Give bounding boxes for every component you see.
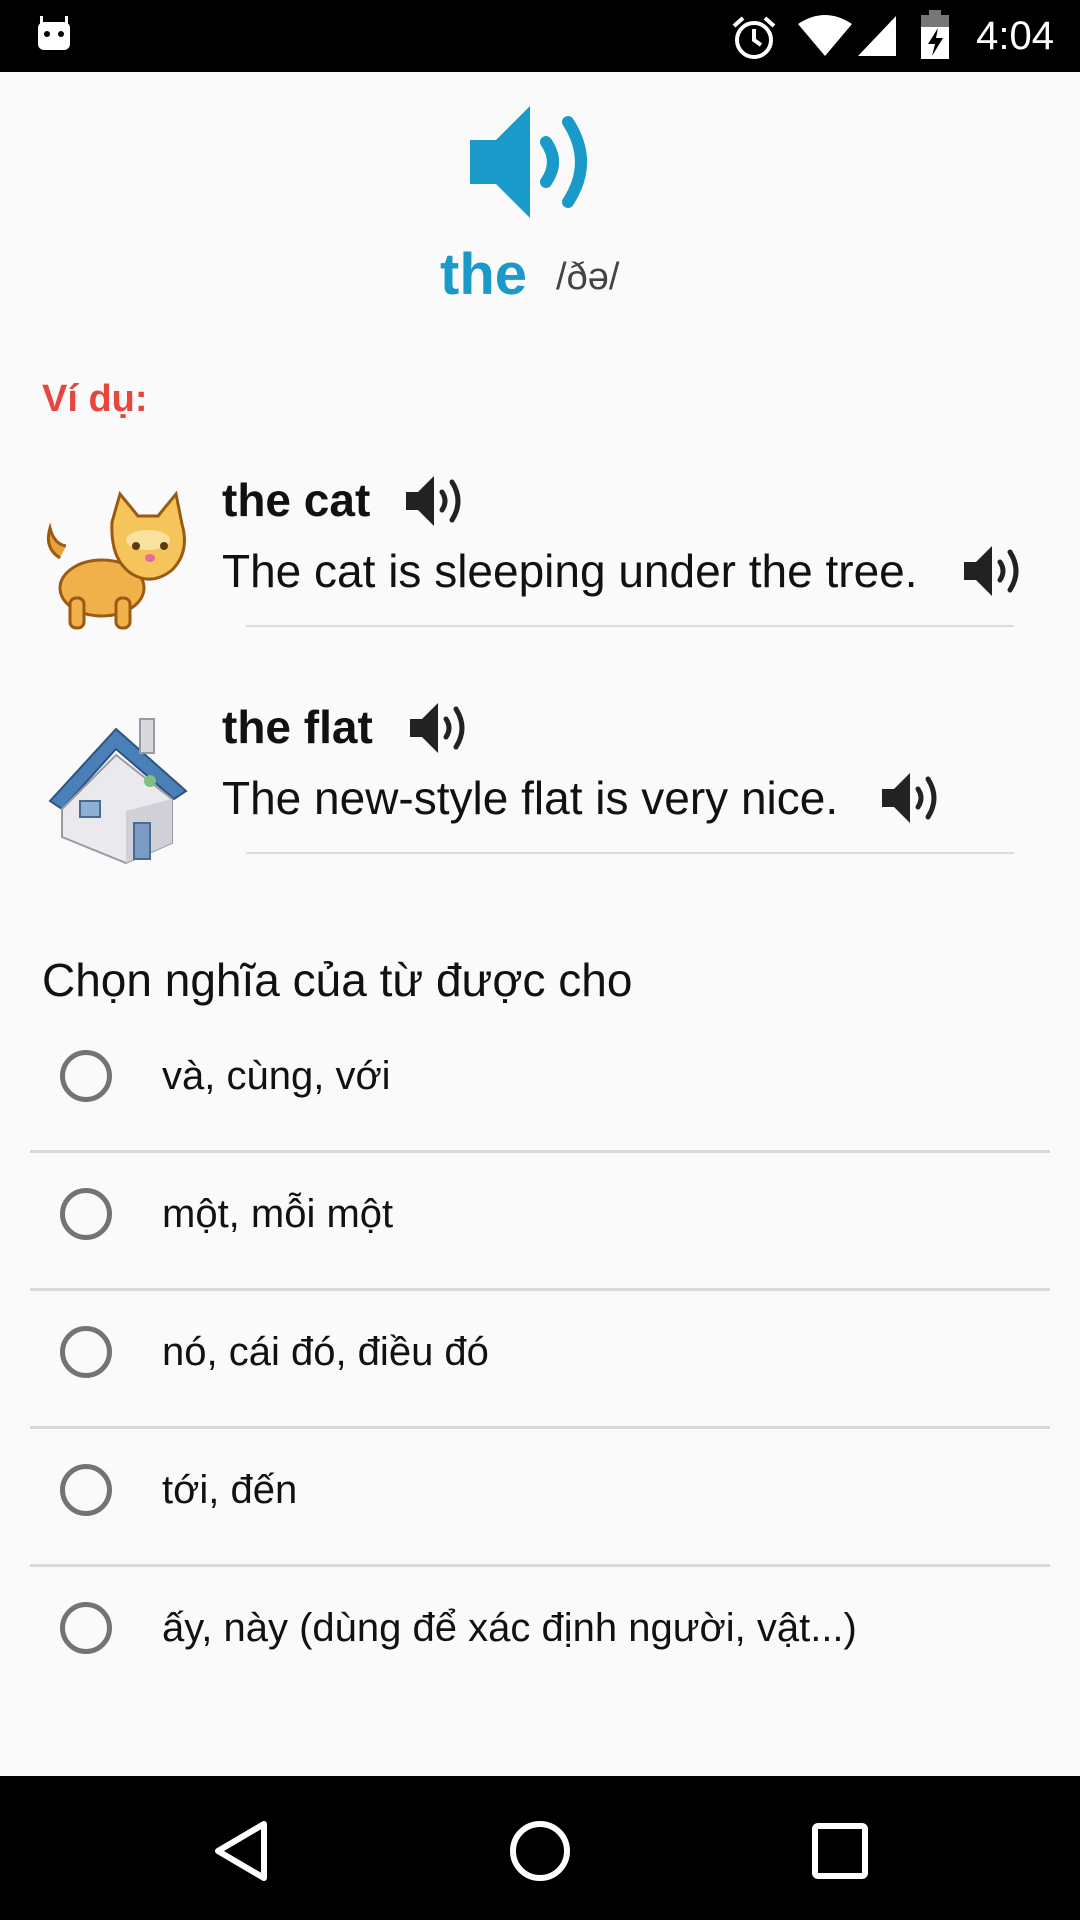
wifi-icon bbox=[798, 15, 852, 56]
example-item: the cat The cat is sleeping under the tr… bbox=[0, 470, 1080, 690]
radio-button[interactable] bbox=[60, 1188, 112, 1240]
speaker-icon[interactable] bbox=[408, 699, 474, 757]
answer-option[interactable]: ấy, này (dùng để xác định người, vật...) bbox=[30, 1602, 1050, 1740]
quiz-question: Chọn nghĩa của từ được cho bbox=[42, 954, 633, 1006]
answer-option[interactable]: tới, đến bbox=[30, 1464, 1050, 1602]
cat-icon bbox=[46, 490, 186, 630]
status-bar: 4:04 bbox=[0, 0, 1080, 72]
status-time: 4:04 bbox=[976, 14, 1054, 58]
divider bbox=[30, 1564, 1050, 1567]
lesson-content: the /ðə/ Ví dụ: the cat The cat is sleep… bbox=[0, 72, 1080, 1776]
recents-icon[interactable] bbox=[805, 1816, 875, 1886]
back-icon[interactable] bbox=[206, 1816, 276, 1886]
example-phrase: the cat bbox=[222, 474, 371, 526]
examples-label: Ví dụ: bbox=[42, 378, 148, 420]
example-sentence: The cat is sleeping under the tree. bbox=[222, 545, 918, 597]
example-phrase: the flat bbox=[222, 701, 373, 753]
phonetic-transcription: /ðə/ bbox=[556, 256, 620, 298]
example-sentence: The new-style flat is very nice. bbox=[222, 772, 839, 824]
example-item: the flat The new-style flat is very nice… bbox=[0, 697, 1080, 917]
alarm-icon bbox=[732, 16, 776, 59]
divider bbox=[30, 1150, 1050, 1153]
radio-button[interactable] bbox=[60, 1602, 112, 1654]
cellular-signal-icon bbox=[858, 16, 896, 56]
speaker-icon[interactable] bbox=[880, 769, 946, 827]
answer-option-label[interactable]: một, mỗi một bbox=[162, 1186, 393, 1242]
home-icon[interactable] bbox=[505, 1816, 575, 1886]
android-notification-icon bbox=[38, 16, 70, 50]
radio-button[interactable] bbox=[60, 1326, 112, 1378]
answer-option[interactable]: và, cùng, với bbox=[30, 1050, 1050, 1188]
answer-option-label[interactable]: nó, cái đó, điều đó bbox=[162, 1324, 489, 1380]
battery-charging-icon bbox=[921, 10, 949, 59]
answer-option-label[interactable]: tới, đến bbox=[162, 1462, 297, 1518]
answer-option[interactable]: nó, cái đó, điều đó bbox=[30, 1326, 1050, 1464]
divider bbox=[30, 1288, 1050, 1291]
answer-option[interactable]: một, mỗi một bbox=[30, 1188, 1050, 1326]
answer-option-label[interactable]: ấy, này (dùng để xác định người, vật...) bbox=[162, 1600, 857, 1656]
vocabulary-word: the bbox=[440, 242, 527, 307]
answer-option-label[interactable]: và, cùng, với bbox=[162, 1048, 391, 1104]
divider bbox=[246, 625, 1014, 627]
divider bbox=[30, 1426, 1050, 1429]
speaker-icon[interactable] bbox=[962, 542, 1028, 600]
navigation-bar bbox=[0, 1776, 1080, 1920]
speaker-icon[interactable] bbox=[404, 472, 470, 530]
house-icon bbox=[48, 718, 188, 865]
divider bbox=[246, 852, 1014, 854]
speaker-icon[interactable] bbox=[466, 102, 606, 222]
radio-button[interactable] bbox=[60, 1464, 112, 1516]
radio-button[interactable] bbox=[60, 1050, 112, 1102]
